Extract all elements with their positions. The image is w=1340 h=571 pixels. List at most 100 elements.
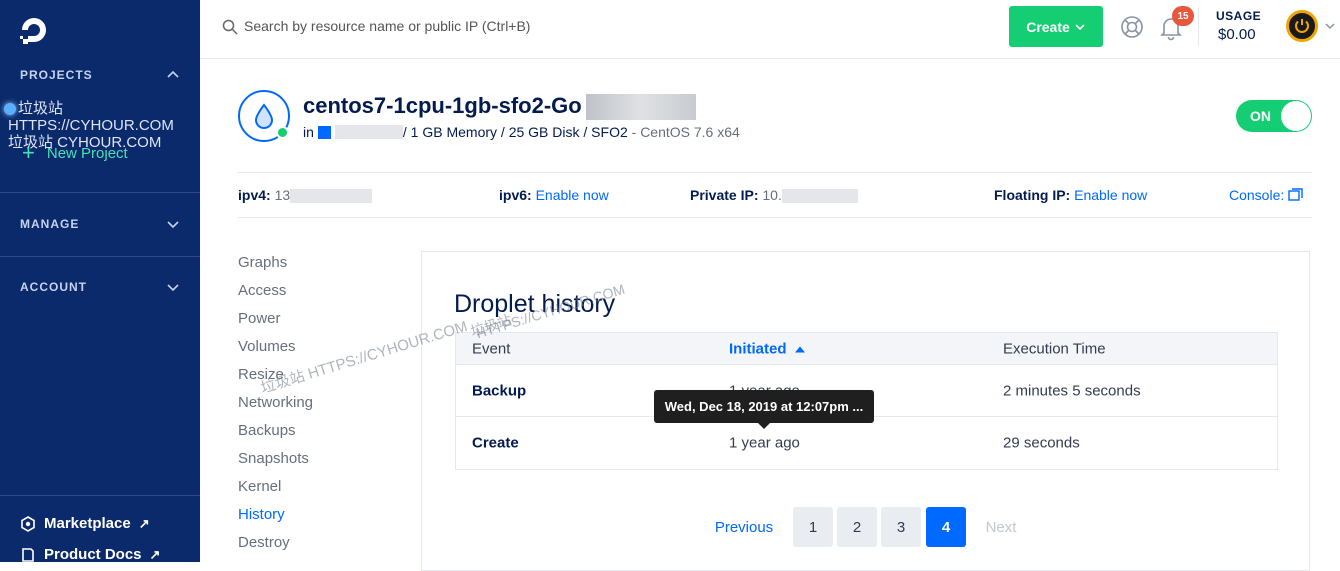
droplet-specs: / 1 GB Memory / 25 GB Disk / SFO2 (402, 124, 628, 140)
watermark-dot-icon (4, 103, 16, 116)
external-link-icon: ↗ (138, 515, 150, 531)
pagination-previous[interactable]: Previous (704, 507, 784, 547)
new-project-label: New Project (46, 144, 128, 162)
subnav-kernel[interactable]: Kernel (238, 478, 313, 506)
usage-label: USAGE (1216, 9, 1262, 23)
toggle-knob (1281, 101, 1311, 131)
product-docs-label: Product Docs (44, 546, 142, 563)
new-project-button[interactable]: + New Project (22, 140, 128, 165)
ipv6-label: ipv6: (499, 187, 532, 203)
account-label: ACCOUNT (20, 280, 87, 294)
subnav-volumes[interactable]: Volumes (238, 338, 313, 366)
chevron-down-icon (1075, 23, 1085, 30)
date-tooltip: Wed, Dec 18, 2019 at 12:07pm ... (654, 390, 874, 423)
droplet-os: - CentOS 7.6 x64 (627, 124, 740, 140)
create-label: Create (1026, 18, 1070, 35)
subnav-networking[interactable]: Networking (238, 394, 313, 422)
avatar[interactable] (1286, 10, 1318, 42)
in-label: in (303, 124, 314, 140)
search-input[interactable] (244, 14, 764, 38)
sidebar: PROJECTS 垃圾站 HTTPS://CYHOUR.COM 垃圾站 CYHO… (0, 0, 200, 563)
top-header: Create 15 USAGE $0.00 (200, 0, 1340, 59)
marketplace-label: Marketplace (44, 515, 131, 532)
ipv4-label: ipv4: (238, 187, 271, 203)
manage-section[interactable]: MANAGE (0, 217, 200, 237)
sort-asc-icon (794, 346, 805, 352)
project-icon (317, 126, 331, 139)
row-initiated[interactable]: 1 year ago (729, 435, 800, 452)
private-ip-item: Private IP: 10. (690, 187, 858, 203)
subnav-graphs[interactable]: Graphs (238, 254, 313, 282)
subnav-access[interactable]: Access (238, 282, 313, 310)
power-toggle[interactable]: ON (1236, 100, 1312, 132)
row-execution: 2 minutes 5 seconds (1003, 382, 1141, 399)
pagination-page-2[interactable]: 2 (837, 507, 877, 547)
manage-label: MANAGE (20, 217, 80, 231)
chevron-down-icon[interactable] (1324, 20, 1336, 32)
pagination-next: Next (985, 518, 1017, 536)
marketplace-link[interactable]: Marketplace ↗ (20, 515, 150, 532)
row-event: Backup (472, 382, 527, 399)
digitalocean-logo-icon[interactable] (18, 14, 50, 46)
chevron-down-icon (167, 221, 179, 229)
row-event: Create (472, 434, 519, 452)
ipv4-value[interactable]: 13 (275, 187, 291, 203)
chevron-up-icon (167, 70, 179, 78)
subnav-snapshots[interactable]: Snapshots (238, 450, 313, 478)
column-event[interactable]: Event (472, 340, 510, 357)
column-execution-time[interactable]: Execution Time (1003, 340, 1106, 357)
redacted-project (334, 125, 403, 139)
column-initiated-label: Initiated (729, 340, 787, 357)
subnav-backups[interactable]: Backups (238, 422, 313, 450)
help-lifebuoy-icon[interactable] (1120, 15, 1144, 39)
notification-badge: 15 (1172, 6, 1194, 26)
private-ip-value[interactable]: 10. (762, 187, 781, 203)
power-icon (1295, 19, 1309, 33)
create-button[interactable]: Create (1009, 6, 1103, 47)
floating-enable-link[interactable]: Enable now (1074, 187, 1147, 203)
ipv4-item: ipv4: 13 (238, 187, 373, 203)
projects-section[interactable]: PROJECTS (0, 68, 200, 88)
subnav-destroy[interactable]: Destroy (238, 534, 313, 562)
sidebar-bottom-links: Marketplace ↗ Product Docs ↗ (0, 495, 200, 563)
marketplace-icon (21, 515, 35, 532)
droplet-name: centos7-1cpu-1gb-sfo2-Go (303, 93, 582, 118)
sidebar-divider (0, 192, 200, 193)
pagination-page-4[interactable]: 4 (926, 507, 966, 547)
droplet-subnav: Graphs Access Power Volumes Resize Netwo… (238, 254, 313, 562)
usage-value: $0.00 (1218, 26, 1256, 43)
ipv6-enable-link[interactable]: Enable now (536, 187, 609, 203)
power-toggle-label: ON (1250, 108, 1271, 124)
sidebar-watermark-line1: 垃圾站 HTTPS://CYHOUR.COM (8, 100, 174, 134)
account-section[interactable]: ACCOUNT (0, 280, 200, 300)
console-link[interactable]: Console: (1229, 187, 1303, 203)
sidebar-divider (0, 256, 200, 257)
droplet-meta: in / 1 GB Memory / 25 GB Disk / SFO2 - Ce… (303, 124, 740, 140)
floating-ip-label: Floating IP: (994, 187, 1071, 203)
pagination-page-3[interactable]: 3 (881, 507, 921, 547)
redacted-block (586, 94, 696, 120)
pagination-page-1[interactable]: 1 (793, 507, 833, 547)
ipv6-item: ipv6: Enable now (499, 187, 609, 203)
water-drop-icon (254, 103, 274, 129)
plus-icon: + (22, 140, 35, 165)
table-row: Create 1 year ago 29 seconds (456, 417, 1277, 469)
row-execution: 29 seconds (1003, 434, 1080, 452)
status-dot (276, 126, 289, 139)
product-docs-link[interactable]: Product Docs ↗ (20, 546, 160, 563)
redacted-private-ip (781, 189, 858, 203)
ip-address-bar: ipv4: 13 ipv6: Enable now Private IP: 10… (238, 172, 1312, 218)
chevron-down-icon (167, 284, 179, 292)
docs-icon (22, 547, 34, 562)
search-icon (222, 19, 238, 35)
floating-ip-item: Floating IP: Enable now (994, 187, 1147, 203)
subnav-history[interactable]: History (238, 506, 313, 534)
console-label: Console: (1229, 187, 1285, 203)
subnav-power[interactable]: Power (238, 310, 313, 338)
projects-label: PROJECTS (20, 68, 93, 82)
column-initiated[interactable]: Initiated (729, 340, 805, 357)
tooltip-arrow (758, 423, 770, 429)
console-window-icon (1288, 188, 1303, 201)
external-link-icon: ↗ (149, 546, 161, 562)
private-ip-label: Private IP: (690, 187, 759, 203)
